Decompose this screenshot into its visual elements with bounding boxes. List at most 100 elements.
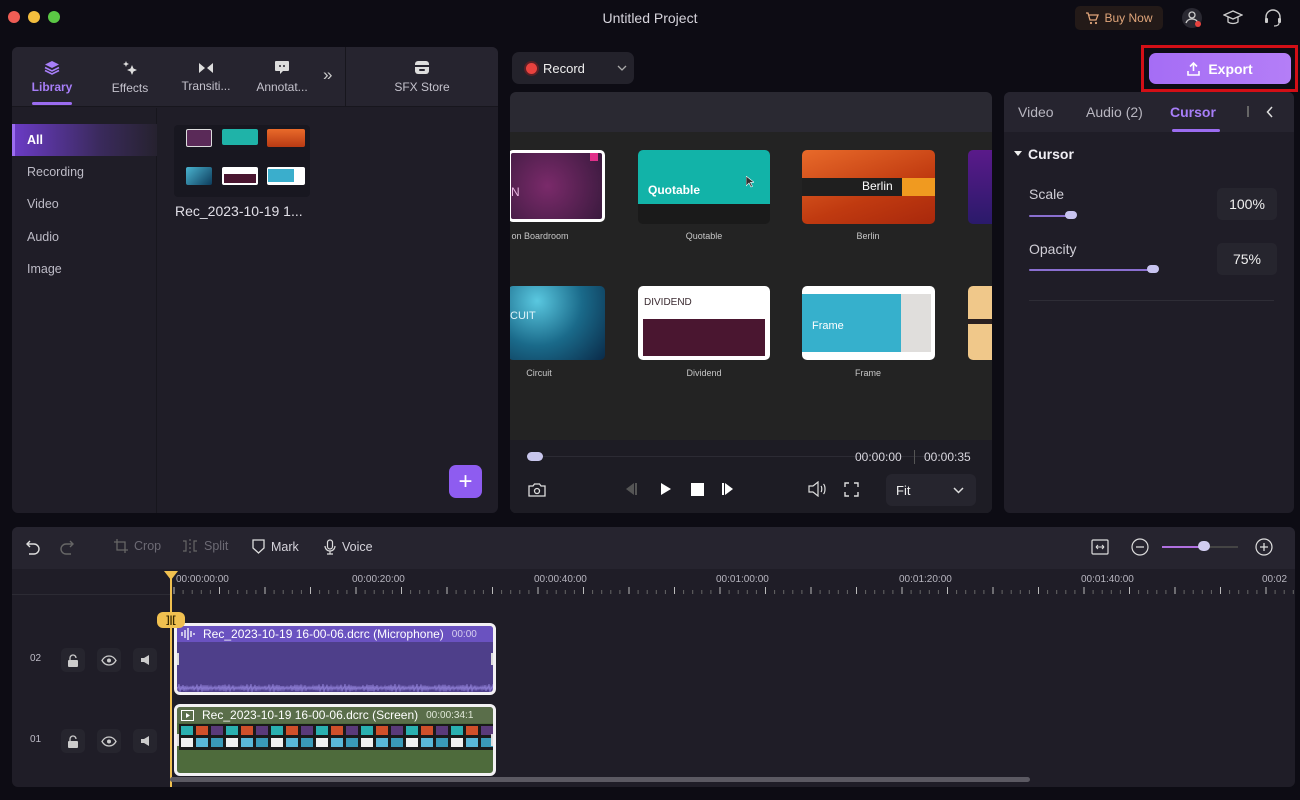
playhead-handle[interactable] xyxy=(164,571,178,580)
opacity-value-input[interactable]: 75% xyxy=(1217,243,1277,275)
microphone-clip-duration: 00:00 xyxy=(451,628,477,640)
more-tabs-button[interactable]: » xyxy=(323,65,332,85)
undo-button[interactable] xyxy=(26,539,40,555)
track-number-01: 01 xyxy=(30,734,42,745)
media-item-thumbnail[interactable] xyxy=(174,125,310,197)
sfx-store-button[interactable]: SFX Store xyxy=(345,47,498,107)
microphone-clip-header: Rec_2023-10-19 16-00-06.dcrc (Microphone… xyxy=(177,626,493,642)
track-01-visibility-button[interactable] xyxy=(97,729,121,753)
cursor-section-toggle[interactable]: Cursor xyxy=(1014,146,1074,162)
clip-trim-handle-left[interactable] xyxy=(177,653,179,665)
clip-trim-handle-right[interactable] xyxy=(491,653,493,665)
clip-trim-handle-left[interactable] xyxy=(177,734,179,746)
zoom-fit-dropdown[interactable]: Fit xyxy=(886,474,976,506)
snapshot-button[interactable] xyxy=(527,481,547,497)
stop-button[interactable] xyxy=(689,482,705,496)
tab-effects[interactable]: Effects xyxy=(100,47,160,107)
volume-button[interactable] xyxy=(808,481,828,497)
tab-video[interactable]: Video xyxy=(1018,104,1054,120)
filmstrip-frame xyxy=(421,726,433,735)
playhead-split-button[interactable]: ]|[ xyxy=(157,612,185,628)
timeline-zoom-handle[interactable] xyxy=(1198,541,1210,551)
add-media-button[interactable]: + xyxy=(449,465,482,498)
scale-slider-handle[interactable] xyxy=(1065,211,1077,219)
tab-audio[interactable]: Audio (2) xyxy=(1086,104,1143,120)
waveform-icon xyxy=(181,628,195,640)
screen-clip[interactable]: Rec_2023-10-19 16-00-06.dcrc (Screen) 00… xyxy=(174,704,496,776)
split-button[interactable]: Split xyxy=(182,539,228,553)
scale-value-input[interactable]: 100% xyxy=(1217,188,1277,220)
fullscreen-icon xyxy=(843,481,859,497)
zoom-out-button[interactable] xyxy=(1131,538,1149,556)
section-divider xyxy=(1029,300,1274,301)
audio-waveform xyxy=(177,683,493,692)
speaker-icon xyxy=(140,655,149,665)
category-all[interactable]: All xyxy=(12,124,157,156)
tab-transitions[interactable]: Transiti... xyxy=(174,47,238,107)
export-button[interactable]: Export xyxy=(1149,53,1291,84)
timeline-horizontal-scrollbar[interactable] xyxy=(170,777,1030,782)
play-icon xyxy=(661,483,671,495)
ruler-label-0: 00:00:00:00 xyxy=(176,574,229,585)
template-frame[interactable]: Frame xyxy=(802,286,935,360)
category-image[interactable]: Image xyxy=(12,253,157,285)
template-quotable[interactable]: Quotable xyxy=(638,150,770,224)
category-recording[interactable]: Recording xyxy=(12,156,157,188)
template-circuit-label: Circuit xyxy=(526,368,552,378)
filmstrip-frame xyxy=(361,726,373,735)
support-headset-icon[interactable] xyxy=(1261,6,1285,30)
track-02-visibility-button[interactable] xyxy=(97,648,121,672)
sfx-store-label: SFX Store xyxy=(394,80,450,94)
filmstrip-frame xyxy=(361,738,373,747)
category-audio[interactable]: Audio xyxy=(12,221,157,253)
preview-canvas[interactable]: N on Boardroom Quotable Quotable Berlin … xyxy=(510,132,992,440)
fullscreen-button[interactable] xyxy=(843,481,859,497)
track-02-mute-button[interactable] xyxy=(133,648,157,672)
category-video[interactable]: Video xyxy=(12,188,157,220)
record-dropdown[interactable]: Record xyxy=(512,52,634,84)
redo-button[interactable] xyxy=(60,539,74,555)
buy-now-button[interactable]: Buy Now xyxy=(1075,6,1163,30)
opacity-slider-handle[interactable] xyxy=(1147,265,1159,273)
track-01-mute-button[interactable] xyxy=(133,729,157,753)
opacity-slider[interactable] xyxy=(1029,269,1153,271)
template-quotable-label: Quotable xyxy=(685,231,723,241)
template-boardroom[interactable]: N xyxy=(510,150,605,222)
screen-clip-duration: 00:00:34:1 xyxy=(426,709,474,721)
progress-scrubber[interactable] xyxy=(527,452,543,461)
timeline-ruler[interactable]: 00:00:00:00 00:00:20:00 00:00:40:00 00:0… xyxy=(170,569,1295,595)
template-partial-gold[interactable] xyxy=(968,286,992,360)
play-button[interactable] xyxy=(658,482,674,496)
video-clip-icon xyxy=(181,709,194,721)
tab-library[interactable]: Library xyxy=(22,47,82,107)
clip-trim-handle-right[interactable] xyxy=(491,734,493,746)
speaker-icon xyxy=(140,736,149,746)
tab-annotations[interactable]: Annotat... xyxy=(250,47,314,107)
microphone-clip[interactable]: Rec_2023-10-19 16-00-06.dcrc (Microphone… xyxy=(174,623,496,695)
template-partial-purple[interactable] xyxy=(968,150,992,224)
next-frame-button[interactable] xyxy=(720,482,736,496)
active-tab-indicator xyxy=(32,102,72,105)
academy-cap-icon[interactable] xyxy=(1221,6,1245,30)
filmstrip-frame xyxy=(241,738,253,747)
account-icon[interactable] xyxy=(1180,6,1204,30)
crop-button[interactable]: Crop xyxy=(114,539,161,553)
filmstrip-frame xyxy=(451,726,463,735)
mouse-cursor-icon xyxy=(746,176,754,188)
template-circuit[interactable]: CUIT xyxy=(510,286,605,360)
voice-button[interactable]: Voice xyxy=(324,539,373,555)
template-circuit-title: CUIT xyxy=(510,310,536,322)
previous-frame-button[interactable] xyxy=(623,482,639,496)
filmstrip-frame xyxy=(346,738,358,747)
filmstrip-frame xyxy=(331,738,343,747)
tab-cursor[interactable]: Cursor xyxy=(1170,104,1216,120)
fit-timeline-button[interactable] xyxy=(1091,539,1109,555)
template-berlin[interactable]: Berlin xyxy=(802,150,935,224)
mark-button[interactable]: Mark xyxy=(252,539,299,554)
zoom-in-button[interactable] xyxy=(1255,538,1273,556)
track-01-lock-button[interactable] xyxy=(61,729,85,753)
playhead-line[interactable] xyxy=(170,571,172,787)
track-02-lock-button[interactable] xyxy=(61,648,85,672)
template-dividend[interactable]: DIVIDEND xyxy=(638,286,770,360)
chevron-left-icon[interactable] xyxy=(1266,106,1274,118)
